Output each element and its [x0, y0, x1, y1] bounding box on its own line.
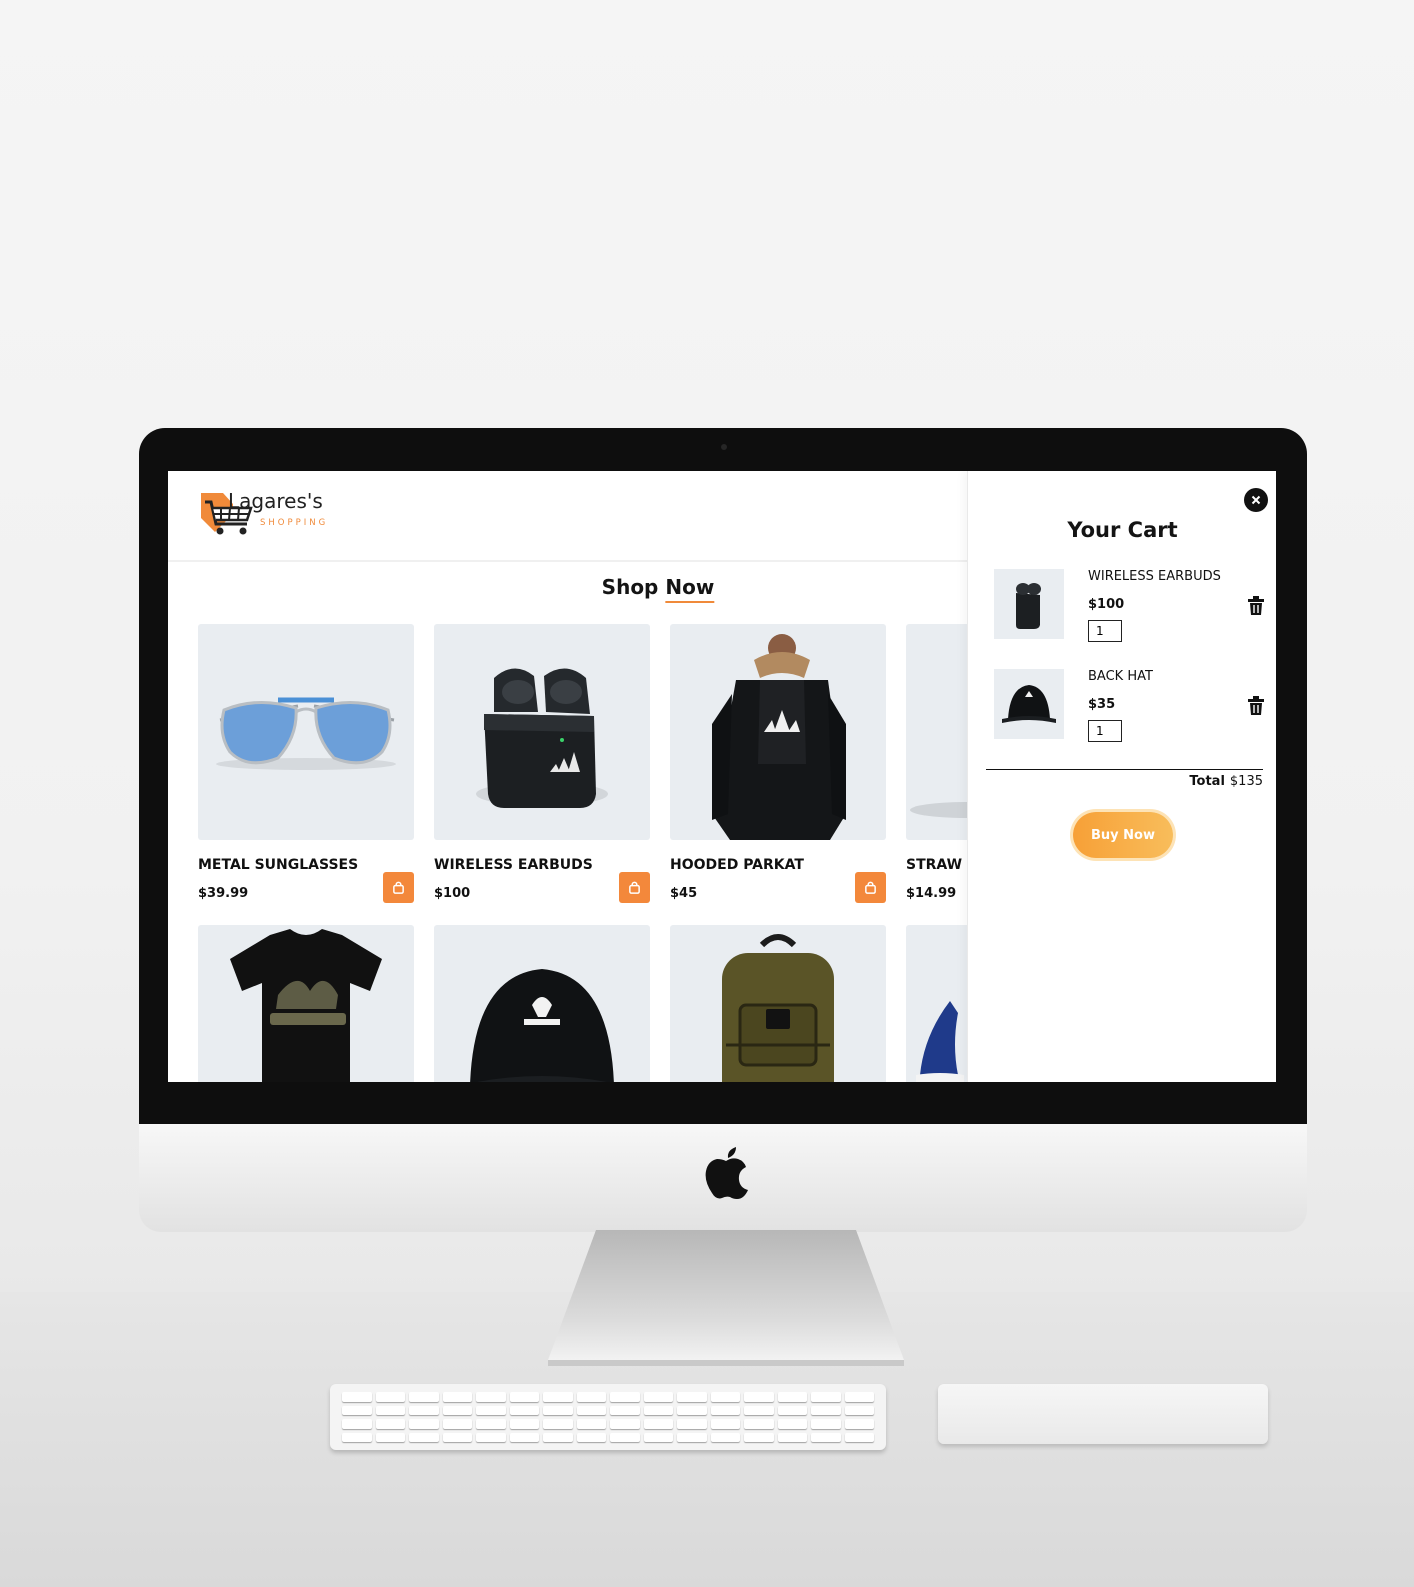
- logo-name: Lagares's: [228, 489, 323, 513]
- product-card[interactable]: HOODED PARKAT $45: [670, 624, 886, 903]
- cart-item: BACK HAT $35: [994, 669, 1264, 749]
- cart-item: WIRELESS EARBUDS $100: [994, 569, 1264, 649]
- product-image-box: [670, 925, 886, 1082]
- product-card[interactable]: WIRELESS EARBUDS $100: [434, 624, 650, 903]
- product-card[interactable]: [198, 925, 414, 1082]
- product-image-box: [670, 624, 886, 840]
- add-to-cart-button[interactable]: [855, 872, 886, 903]
- trash-icon[interactable]: [1247, 596, 1265, 616]
- bag-icon: [629, 881, 640, 894]
- product-image-box: [434, 925, 650, 1082]
- add-to-cart-button[interactable]: [383, 872, 414, 903]
- apple-logo-icon: [705, 1147, 748, 1199]
- parka-image: [712, 634, 846, 840]
- cart-item-price: $100: [1088, 597, 1125, 612]
- buy-now-button[interactable]: Buy Now: [1073, 812, 1173, 858]
- cart-divider: [986, 769, 1263, 770]
- product-price: $14.99: [906, 886, 957, 901]
- quantity-input[interactable]: [1088, 720, 1122, 742]
- close-icon: [1251, 495, 1261, 505]
- site-header: Lagares's SHOPPING: [168, 471, 968, 562]
- product-name: STRAW: [906, 857, 963, 873]
- cart-item-thumbnail: [994, 569, 1064, 639]
- product-card[interactable]: METAL SUNGLASSES $39.99: [198, 624, 414, 903]
- earbuds-thumbnail-image: [1016, 583, 1041, 629]
- logo-subtitle: SHOPPING: [260, 518, 329, 528]
- backpack-image: [722, 934, 834, 1082]
- keyboard: [330, 1384, 886, 1450]
- tshirt-image: [230, 929, 382, 1082]
- sunglasses-image: [216, 697, 396, 770]
- product-image-box: [198, 624, 414, 840]
- monitor-stand: [548, 1230, 904, 1366]
- trackpad: [938, 1384, 1268, 1444]
- cart-item-thumbnail: [994, 669, 1064, 739]
- earbuds-image: [476, 668, 608, 808]
- bag-icon: [865, 881, 876, 894]
- trash-icon[interactable]: [1247, 696, 1265, 716]
- total-label: Total: [1189, 774, 1225, 789]
- bag-icon: [393, 881, 404, 894]
- product-card[interactable]: [670, 925, 886, 1082]
- page-title-word-2: Now: [665, 575, 715, 599]
- add-to-cart-button[interactable]: [619, 872, 650, 903]
- cap-thumbnail-image: [1002, 685, 1056, 723]
- product-name: HOODED PARKAT: [670, 857, 804, 873]
- product-name: METAL SUNGLASSES: [198, 857, 359, 873]
- shop-screen: Lagares's SHOPPING Shop Now METAL SUNGLA…: [168, 471, 1276, 1082]
- quantity-input[interactable]: [1088, 620, 1122, 642]
- cart-title: Your Cart: [1067, 518, 1178, 542]
- product-name: WIRELESS EARBUDS: [434, 857, 593, 873]
- cap-image: [470, 969, 614, 1082]
- cart-item-name: BACK HAT: [1088, 669, 1153, 684]
- camera-icon: [721, 444, 727, 450]
- total-value: $135: [1229, 774, 1263, 789]
- product-image-box: [434, 624, 650, 840]
- cart-item-name: WIRELESS EARBUDS: [1088, 569, 1221, 584]
- cart-total: Total $135: [1189, 774, 1263, 789]
- product-card[interactable]: [434, 925, 650, 1082]
- product-price: $39.99: [198, 886, 249, 901]
- page-title-word-1: Shop: [601, 575, 659, 599]
- cart-item-price: $35: [1088, 697, 1116, 712]
- product-price: $100: [434, 886, 471, 901]
- close-cart-button[interactable]: [1244, 488, 1268, 512]
- cart-panel: Your Cart WIRELESS EARBUDS $100 1 BACK H…: [967, 471, 1276, 1082]
- product-price: $45: [670, 886, 698, 901]
- product-image-box: [198, 925, 414, 1082]
